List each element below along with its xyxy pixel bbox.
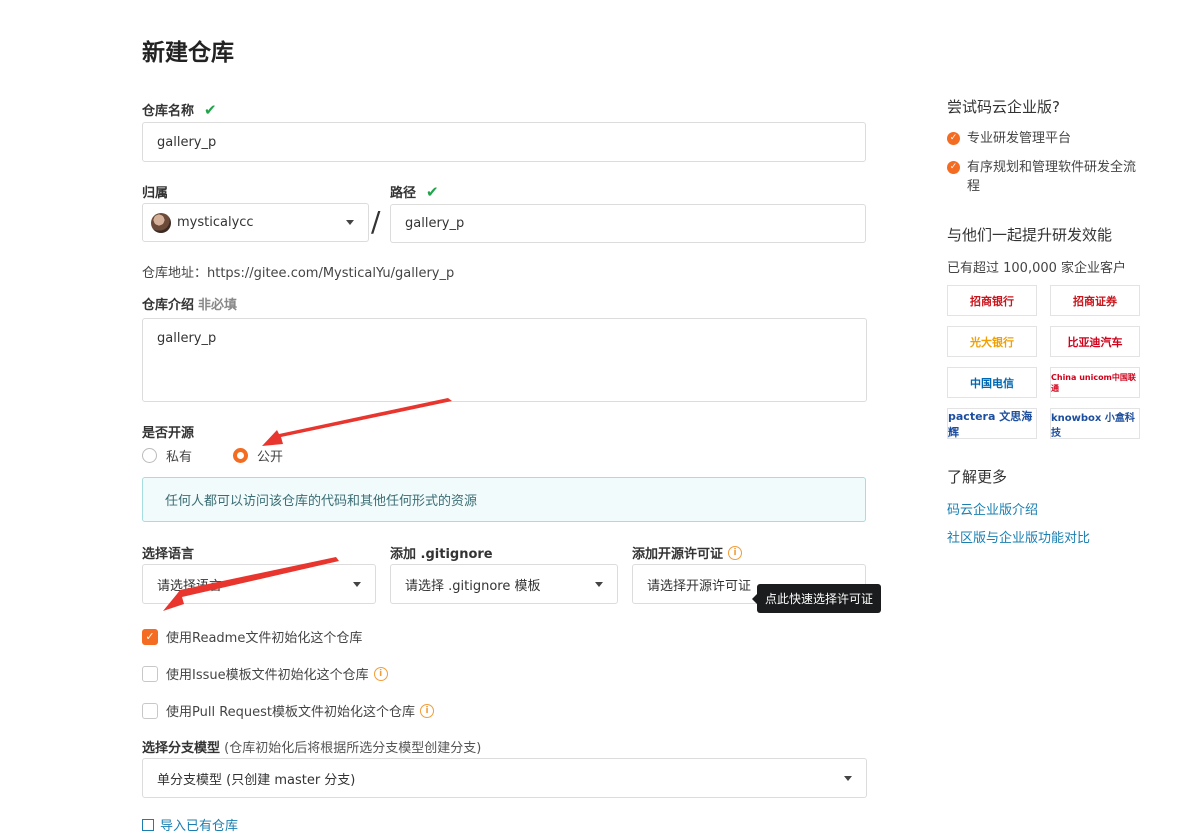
logo-telecom: 中国电信 <box>947 367 1037 398</box>
promo-item: ✓ 专业研发管理平台 <box>947 129 1147 148</box>
promo-item: ✓ 有序规划和管理软件研发全流程 <box>947 158 1147 196</box>
logo-byd: 比亚迪汽车 <box>1050 326 1140 357</box>
logo-pactera: pactera 文思海辉 <box>947 408 1037 439</box>
arrow-to-readme-checkbox <box>163 557 339 611</box>
logo-knowbox: knowbox 小盒科技 <box>1050 408 1140 439</box>
partners-subtitle: 已有超过 100,000 家企业客户 <box>947 261 1127 276</box>
edition-compare-link[interactable]: 社区版与企业版功能对比 <box>947 527 1090 546</box>
check-circle-icon: ✓ <box>947 161 960 174</box>
logo-ceb: 光大银行 <box>947 326 1037 357</box>
enterprise-intro-link[interactable]: 码云企业版介绍 <box>947 499 1038 518</box>
promo-title: 尝试码云企业版? <box>947 98 1060 116</box>
promo-item-text: 专业研发管理平台 <box>967 131 1072 146</box>
more-title: 了解更多 <box>947 468 1008 486</box>
check-circle-icon: ✓ <box>947 132 960 145</box>
logo-cmb: 招商银行 <box>947 285 1037 316</box>
promo-item-text: 有序规划和管理软件研发全流程 <box>967 160 1137 194</box>
logo-unicom: China unicom中国联通 <box>1050 367 1140 398</box>
logo-cms: 招商证券 <box>1050 285 1140 316</box>
partners-title: 与他们一起提升研发效能 <box>947 226 1113 244</box>
arrow-to-public-radio <box>262 398 452 446</box>
